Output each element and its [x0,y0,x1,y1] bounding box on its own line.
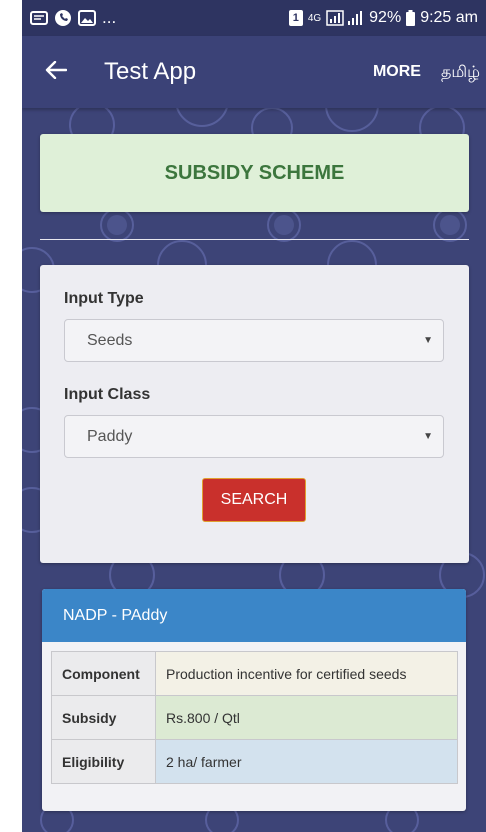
subsidy-scheme-banner: SUBSIDY SCHEME [40,134,469,212]
row-value: 2 ha/ farmer [155,739,458,784]
dropdown-arrow-icon: ▼ [423,335,433,346]
message-icon [30,10,48,26]
result-card: NADP - PAddy Component Production incent… [42,589,466,811]
result-header: NADP - PAddy [42,589,466,642]
page-title: SUBSIDY SCHEME [164,161,345,184]
system-status: 1 4G 92% 9:25 am [288,9,478,27]
arrow-left-icon [45,60,68,84]
search-button[interactable]: SEARCH [202,478,306,522]
app-title: Test App [104,58,197,85]
input-class-select[interactable]: Paddy ▼ [64,415,444,458]
row-key: Subsidy [51,695,156,740]
table-row: Component Production incentive for certi… [51,651,458,696]
more-menu-button[interactable]: MORE [373,63,421,81]
row-value: Production incentive for certified seeds [155,651,458,696]
image-icon [78,10,96,26]
input-class-label: Input Class [64,386,151,403]
app-bar-actions: MORE தமிழ் [373,62,486,83]
language-toggle-button[interactable]: தமிழ் [441,62,480,83]
table-row: Eligibility 2 ha/ farmer [51,739,458,784]
clock: 9:25 am [420,9,478,26]
status-bar: ... 1 4G 92% 9:25 am [22,0,486,36]
row-key: Component [51,651,156,696]
app-bar: Test App MORE தமிழ் [22,36,486,108]
divider [40,239,469,240]
input-type-select[interactable]: Seeds ▼ [64,319,444,362]
phone-screen: ... 1 4G 92% 9:25 am Test App MORE தமிழ் [22,0,486,832]
dropdown-arrow-icon: ▼ [423,431,433,442]
row-value: Rs.800 / Qtl [155,695,458,740]
input-type-label: Input Type [64,290,144,307]
result-table: Component Production incentive for certi… [51,651,458,784]
network-type: 4G [307,12,322,24]
notification-icons: ... [30,8,116,28]
more-notifications-ellipsis: ... [102,8,117,27]
signal-icon [326,10,364,26]
battery-percent: 92% [369,9,402,26]
search-form-card: Input Type Seeds ▼ Input Class Paddy ▼ S… [40,265,469,563]
phone-call-icon [54,9,72,27]
battery-icon [406,10,416,26]
input-class-value: Paddy [87,427,133,445]
input-type-value: Seeds [87,331,133,349]
sim-badge-icon: 1 [288,10,303,26]
table-row: Subsidy Rs.800 / Qtl [51,695,458,740]
row-key: Eligibility [51,739,156,784]
back-button[interactable] [28,44,84,100]
